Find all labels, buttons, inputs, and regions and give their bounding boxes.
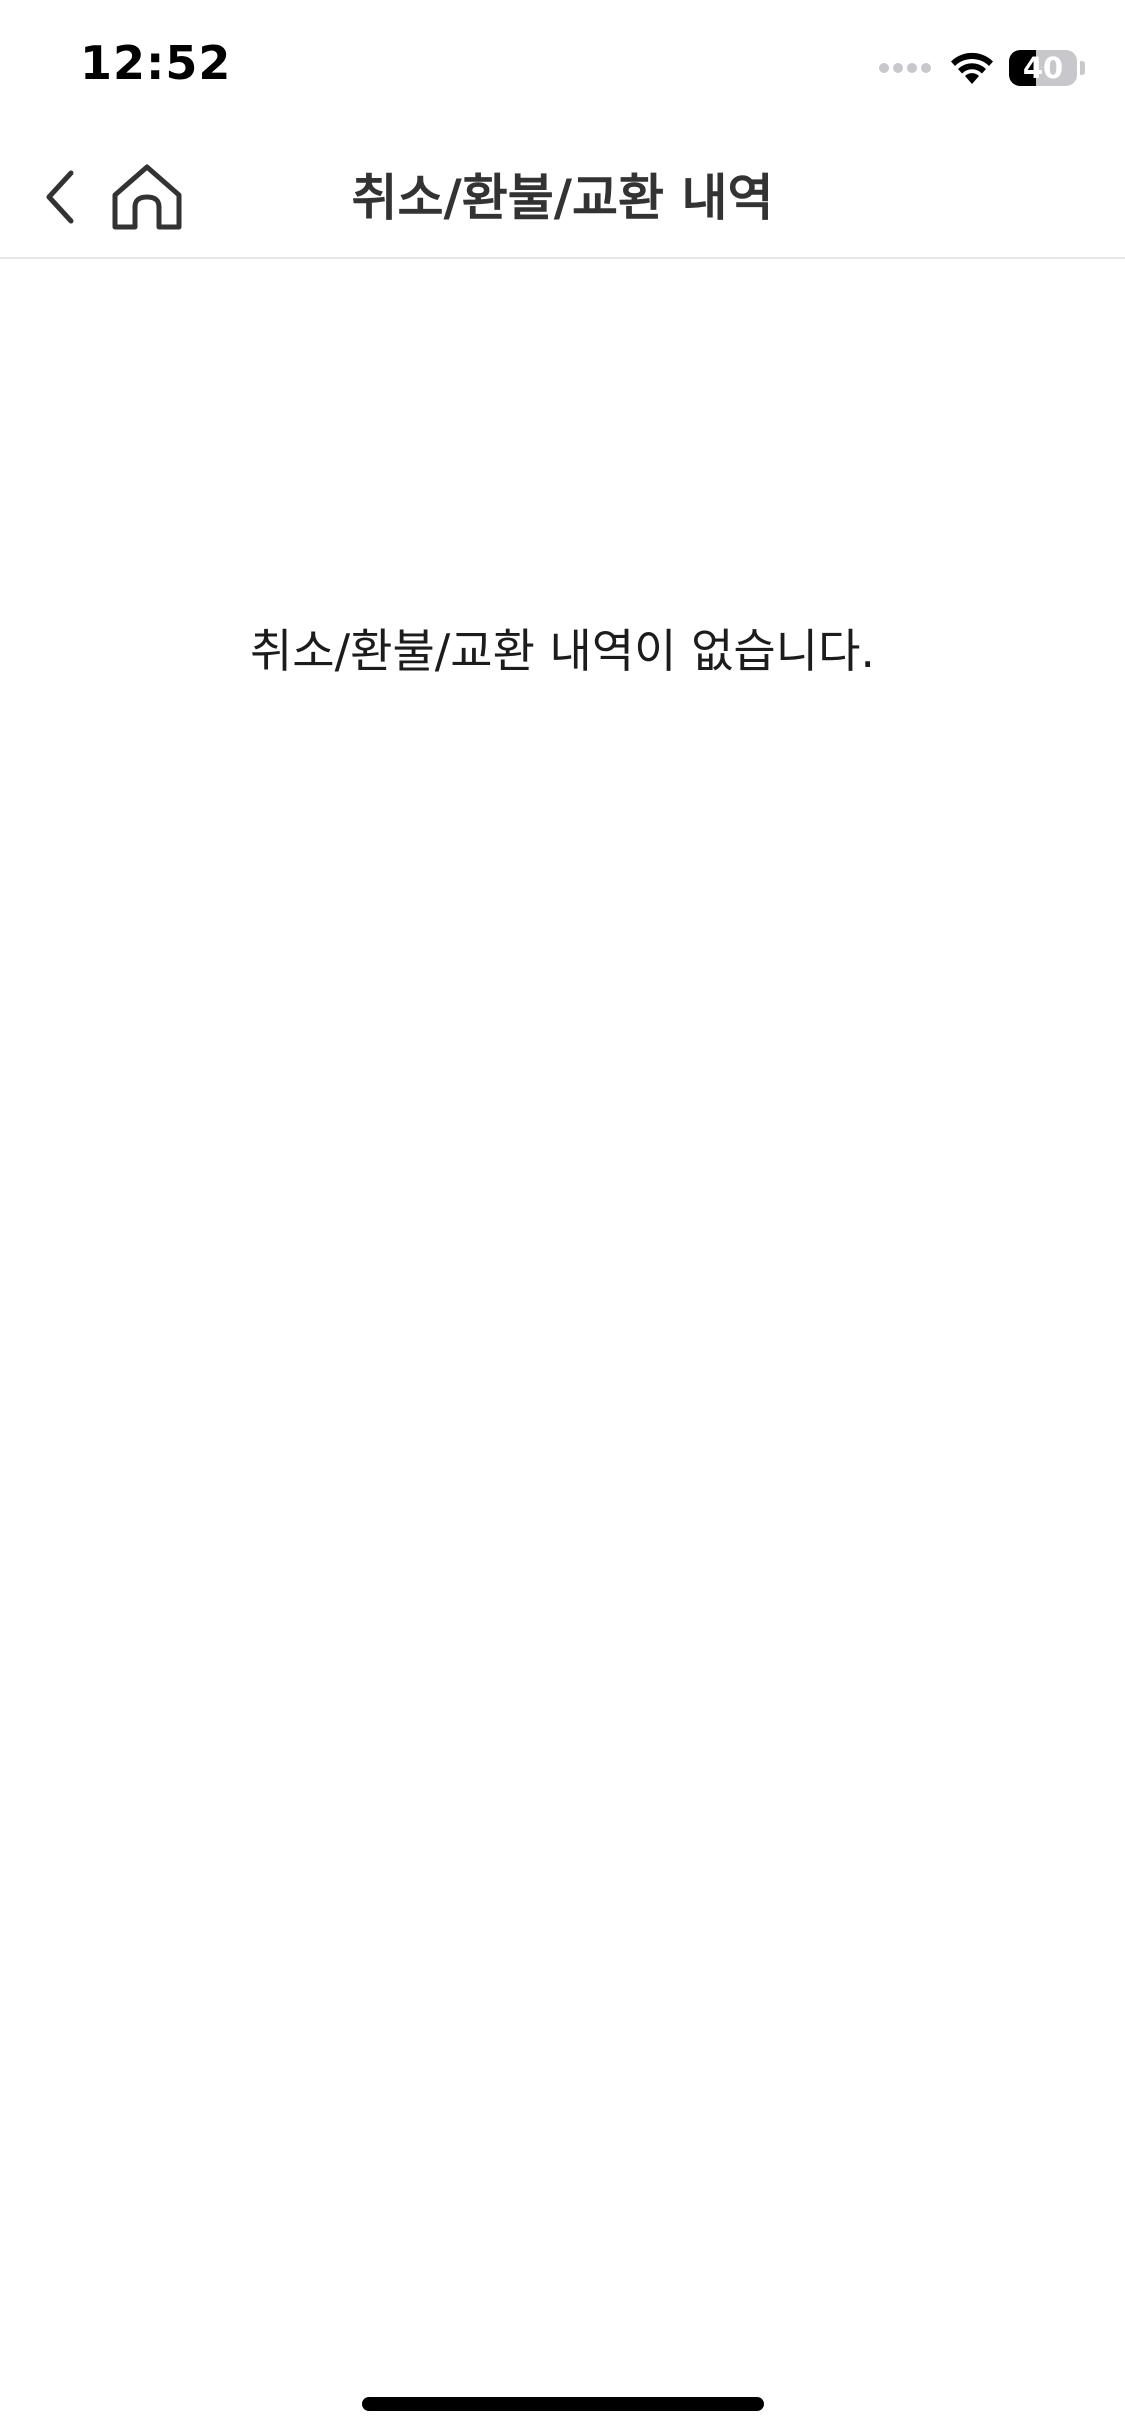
battery-cap	[1080, 61, 1085, 75]
navigation-header: 취소/환불/교환 내역	[0, 140, 1125, 259]
home-button[interactable]	[105, 157, 189, 237]
chevron-left-icon	[46, 170, 74, 224]
battery-level: 40	[1022, 51, 1064, 85]
signal-dots-icon	[879, 63, 935, 73]
status-time: 12:52	[80, 36, 232, 90]
status-bar: 12:52 40	[0, 0, 1125, 140]
status-icons: 40	[879, 46, 1085, 90]
wifi-icon	[951, 52, 993, 84]
page-title: 취소/환불/교환 내역	[351, 169, 774, 227]
back-button[interactable]	[30, 162, 90, 232]
empty-state-message: 취소/환불/교환 내역이 없습니다.	[249, 624, 876, 678]
home-icon	[112, 164, 182, 230]
battery-icon: 40	[1009, 50, 1077, 86]
home-indicator[interactable]	[362, 2397, 764, 2411]
